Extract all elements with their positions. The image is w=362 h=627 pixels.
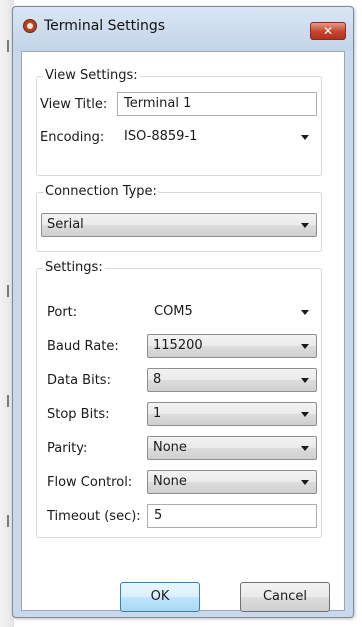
flow-control-value: None [153,474,187,489]
data-bits-label: Data Bits: [47,373,111,388]
settings-group: Settings: Port: COM5 Baud Rate: 115200 D… [36,260,322,538]
edge-mark [7,285,9,297]
flow-control-select[interactable]: None [147,470,317,494]
settings-legend: Settings: [43,260,105,275]
dialog-title: Terminal Settings [44,18,166,34]
connection-type-group: Connection Type: Serial [36,184,322,252]
baud-rate-select[interactable]: 115200 [147,334,317,358]
parity-label: Parity: [47,441,88,456]
port-select[interactable]: COM5 [147,300,317,324]
connection-type-select[interactable]: Serial [41,213,317,237]
edge-mark [7,515,9,527]
title-bar[interactable]: Terminal Settings ✕ [13,7,353,51]
connection-type-legend: Connection Type: [43,184,159,199]
cancel-button[interactable]: Cancel [240,582,330,612]
chevron-down-icon [301,310,309,315]
view-settings-group: View Settings: View Title: Terminal 1 En… [36,68,322,176]
encoding-value: ISO-8859-1 [124,129,198,144]
edge-mark [7,40,9,52]
parity-value: None [153,440,187,455]
stop-bits-select[interactable]: 1 [147,402,317,426]
terminal-settings-dialog: Terminal Settings ✕ View Settings: View … [12,6,354,618]
ok-button[interactable]: OK [120,582,200,612]
data-bits-select[interactable]: 8 [147,368,317,392]
edge-mark [7,395,9,407]
parity-select[interactable]: None [147,436,317,460]
chevron-down-icon [301,446,309,451]
data-bits-value: 8 [153,372,162,387]
stop-bits-value: 1 [153,406,162,421]
close-icon: ✕ [322,24,334,38]
view-settings-legend: View Settings: [43,68,140,83]
baud-rate-label: Baud Rate: [47,339,119,354]
encoding-label: Encoding: [40,130,105,145]
timeout-input[interactable]: 5 [147,504,317,528]
port-value: COM5 [154,304,193,319]
close-button[interactable]: ✕ [310,22,346,40]
view-title-label: View Title: [40,97,108,112]
chevron-down-icon [301,223,309,228]
chevron-down-icon [301,344,309,349]
timeout-label: Timeout (sec): [47,509,141,524]
view-title-input[interactable]: Terminal 1 [117,92,317,116]
encoding-select[interactable]: ISO-8859-1 [117,125,317,149]
chevron-down-icon [301,135,309,140]
chevron-down-icon [301,412,309,417]
app-logo-icon [23,19,37,33]
dialog-body: View Settings: View Title: Terminal 1 En… [21,51,345,612]
chevron-down-icon [301,480,309,485]
stop-bits-label: Stop Bits: [47,407,110,422]
baud-rate-value: 115200 [153,338,203,353]
chevron-down-icon [301,378,309,383]
connection-type-value: Serial [47,217,84,232]
port-label: Port: [47,305,78,320]
flow-control-label: Flow Control: [47,475,133,490]
